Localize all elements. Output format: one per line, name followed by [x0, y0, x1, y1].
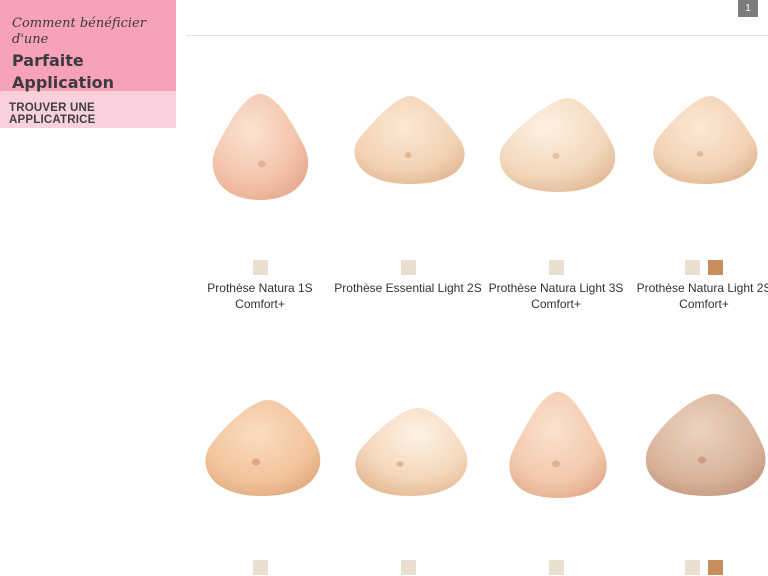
color-swatches	[630, 260, 768, 275]
promo-banner-subtitle: Comment bénéficier d'une	[12, 16, 146, 47]
sidebar: Comment bénéficier d'une Parfaite Applic…	[0, 0, 176, 128]
pagination-current-page[interactable]: 1	[738, 0, 758, 17]
product-image-breast-prosthesis[interactable]	[482, 360, 630, 540]
color-swatch[interactable]	[685, 560, 700, 575]
color-swatch[interactable]	[708, 260, 723, 275]
color-swatch[interactable]	[548, 560, 564, 575]
color-swatches	[186, 560, 334, 575]
color-swatch[interactable]	[708, 560, 723, 575]
product-image-breast-prosthesis[interactable]	[482, 60, 630, 240]
find-applicatrice-link[interactable]: TROUVER UNE APPLICATRICE	[0, 91, 176, 128]
product-name[interactable]: Prothèse Essential Light 2S	[334, 280, 482, 296]
color-swatch[interactable]	[400, 260, 416, 275]
product-name[interactable]: Prothèse Natura Light 3S Comfort+	[482, 280, 630, 312]
color-swatches	[334, 260, 482, 275]
color-swatch[interactable]	[548, 260, 564, 275]
header-divider	[186, 35, 768, 36]
product-image-breast-prosthesis[interactable]	[630, 360, 768, 540]
promo-banner[interactable]: Comment bénéficier d'une Parfaite Applic…	[0, 0, 176, 98]
color-swatch[interactable]	[685, 260, 700, 275]
product-image-breast-prosthesis[interactable]	[630, 60, 768, 240]
product-image-breast-prosthesis[interactable]	[334, 60, 482, 240]
promo-banner-title: Parfaite Application	[12, 51, 115, 92]
color-swatch[interactable]	[252, 260, 268, 275]
color-swatches	[630, 560, 768, 575]
color-swatches	[482, 260, 630, 275]
product-image-breast-prosthesis[interactable]	[186, 360, 334, 540]
product-name[interactable]: Prothèse Natura 1S Comfort+	[186, 280, 334, 312]
color-swatches	[334, 560, 482, 575]
product-image-breast-prosthesis[interactable]	[334, 360, 482, 540]
color-swatch[interactable]	[252, 560, 268, 575]
color-swatch[interactable]	[400, 560, 416, 575]
product-name[interactable]: Prothèse Natura Light 2S Comfort+	[630, 280, 768, 312]
product-image-breast-prosthesis[interactable]	[186, 60, 334, 240]
color-swatches	[482, 560, 630, 575]
color-swatches	[186, 260, 334, 275]
